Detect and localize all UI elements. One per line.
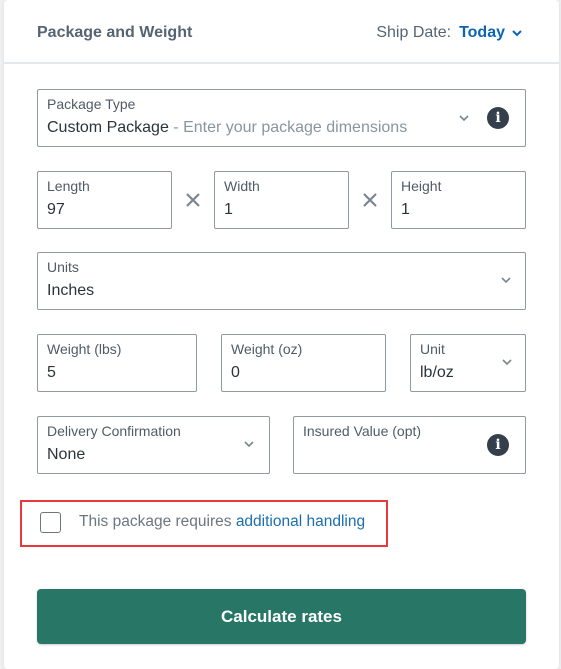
package-type-select[interactable]: Package Type Custom Package - Enter your…	[37, 89, 526, 147]
chevron-down-icon	[502, 359, 512, 366]
calculate-rates-button[interactable]: Calculate rates	[37, 589, 526, 644]
handling-text: This package requires	[79, 513, 236, 530]
info-icon[interactable]: i	[487, 434, 509, 456]
info-icon[interactable]: i	[487, 107, 509, 129]
delivery-confirmation-value: None	[47, 446, 86, 463]
ship-date-selector[interactable]: Ship Date: Today	[376, 24, 523, 42]
height-label: Height	[401, 178, 442, 194]
chevron-down-icon	[459, 115, 469, 122]
length-label: Length	[47, 178, 90, 194]
section-title: Package and Weight	[37, 24, 193, 41]
width-value: 1	[224, 201, 233, 218]
package-type-value: Custom Package - Enter your package dime…	[47, 119, 407, 137]
card-header: Package and Weight Ship Date: Today	[4, 0, 559, 64]
units-value: Inches	[47, 282, 95, 299]
weight-oz-value: 0	[231, 364, 240, 381]
additional-handling-link[interactable]: additional handling	[236, 513, 365, 530]
additional-handling-label: This package requires additional handlin…	[79, 513, 365, 531]
delivery-confirmation-select[interactable]: Delivery Confirmation None	[37, 416, 270, 474]
chevron-down-icon	[501, 277, 511, 284]
times-icon	[186, 193, 200, 207]
width-field[interactable]: Width 1	[214, 171, 349, 229]
weight-oz-field[interactable]: Weight (oz) 0	[221, 334, 386, 392]
weight-unit-select[interactable]: Unit lb/oz	[410, 334, 526, 392]
weight-lbs-label: Weight (lbs)	[47, 341, 122, 357]
package-weight-card: Package and Weight Ship Date: Today Pack…	[4, 0, 559, 669]
weight-unit-label: Unit	[420, 341, 445, 357]
weight-lbs-value: 5	[47, 364, 56, 381]
package-type-selected: Custom Package	[47, 119, 169, 136]
chevron-down-icon[interactable]	[511, 27, 523, 39]
units-select[interactable]: Units Inches	[37, 252, 526, 310]
length-field[interactable]: Length 97	[37, 171, 172, 229]
units-label: Units	[47, 259, 79, 275]
additional-handling-checkbox[interactable]	[40, 512, 61, 533]
times-icon	[363, 193, 377, 207]
width-label: Width	[224, 178, 260, 194]
package-type-hint: - Enter your package dimensions	[168, 119, 408, 136]
ship-date-value[interactable]: Today	[459, 24, 505, 42]
additional-handling-row: This package requires additional handlin…	[20, 500, 388, 547]
weight-unit-value: lb/oz	[420, 364, 454, 381]
insured-value-label: Insured Value (opt)	[303, 423, 422, 439]
package-type-label: Package Type	[47, 96, 136, 112]
length-value: 97	[47, 201, 65, 218]
chevron-down-icon	[244, 441, 254, 448]
delivery-confirmation-label: Delivery Confirmation	[47, 423, 181, 439]
weight-oz-label: Weight (oz)	[231, 341, 303, 357]
weight-lbs-field[interactable]: Weight (lbs) 5	[37, 334, 197, 392]
height-field[interactable]: Height 1	[391, 171, 526, 229]
insured-value-field[interactable]: Insured Value (opt) i	[293, 416, 526, 474]
ship-date-label: Ship Date:	[376, 24, 452, 41]
height-value: 1	[401, 201, 410, 218]
